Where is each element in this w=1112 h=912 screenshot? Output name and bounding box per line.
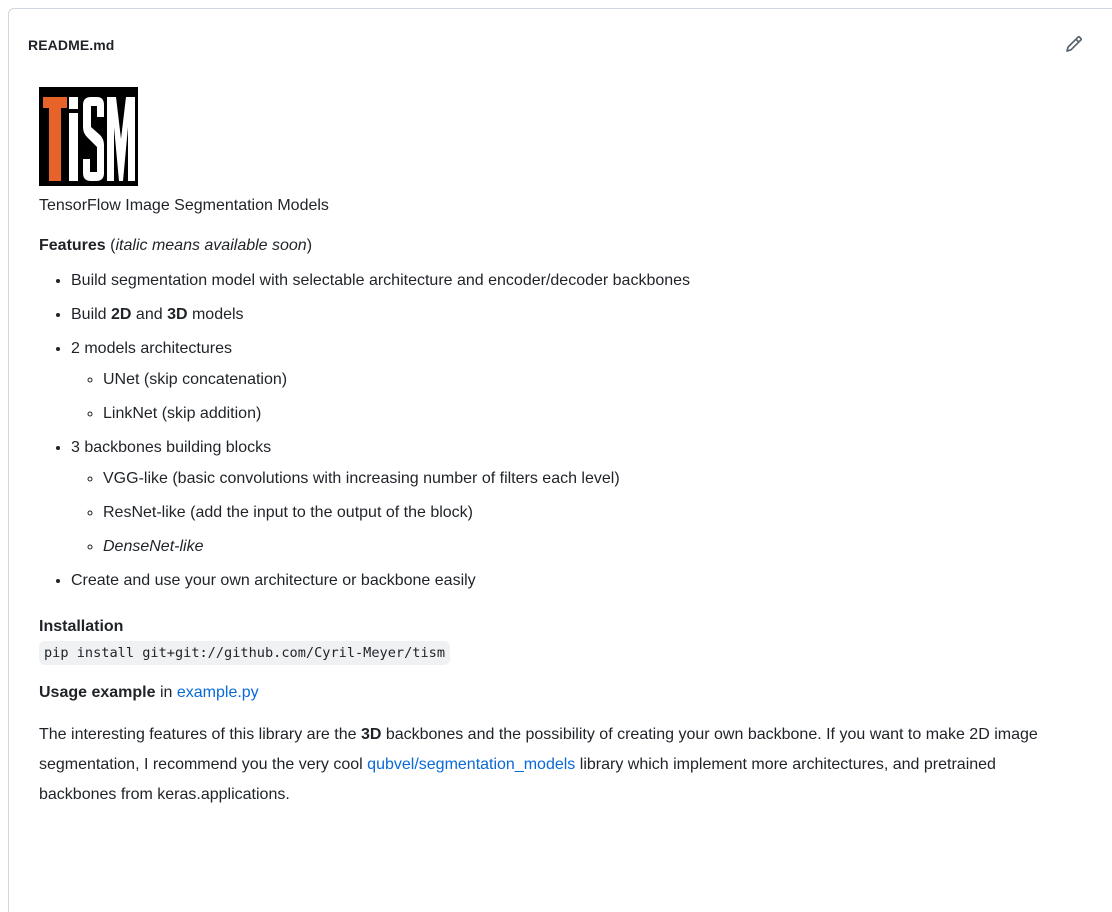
feature-bold: 3D <box>167 306 188 323</box>
feature-text: Create and use your own architecture or … <box>71 572 476 589</box>
project-subtitle: TensorFlow Image Segmentation Models <box>39 197 329 214</box>
architectures-sublist: UNet (skip concatenation) LinkNet (skip … <box>71 368 1099 426</box>
list-item: Build segmentation model with selectable… <box>71 269 1099 293</box>
readme-header: README.md <box>9 9 1112 79</box>
features-note-italic: italic means available soon <box>115 237 307 254</box>
sublist-item: DenseNet-like <box>103 535 1099 559</box>
features-list: Build segmentation model with selectable… <box>39 269 1099 593</box>
edit-readme-button[interactable] <box>1061 31 1087 57</box>
segmentation-models-link[interactable]: qubvel/segmentation_models <box>367 756 575 773</box>
pencil-icon <box>1066 36 1082 52</box>
sublist-item: UNet (skip concatenation) <box>103 368 1099 392</box>
description-paragraph: The interesting features of this library… <box>39 720 1069 810</box>
readme-body: TensorFlow Image Segmentation Models Fea… <box>39 87 1099 810</box>
list-item: 2 models architectures UNet (skip concat… <box>71 337 1099 426</box>
sublist-item: ResNet-like (add the input to the output… <box>103 501 1099 525</box>
example-py-link[interactable]: example.py <box>177 684 259 701</box>
list-item: 3 backbones building blocks VGG-like (ba… <box>71 436 1099 559</box>
usage-line: Usage example in example.py <box>39 681 1099 705</box>
sublist-item-italic: DenseNet-like <box>103 538 204 555</box>
sublist-item: VGG-like (basic convolutions with increa… <box>103 467 1099 491</box>
list-item: Create and use your own architecture or … <box>71 569 1099 593</box>
readme-filename: README.md <box>28 37 115 53</box>
features-note-close: ) <box>306 237 313 254</box>
feature-text: models <box>187 306 244 323</box>
installation-heading: Installation <box>39 618 124 635</box>
feature-text: 2 models architectures <box>71 340 232 357</box>
usage-in: in <box>155 684 177 701</box>
usage-label: Usage example <box>39 684 156 701</box>
features-heading: Features (italic means available soon) <box>39 234 1099 258</box>
para-bold: 3D <box>360 726 382 743</box>
para-text: The interesting features of this library… <box>39 726 361 743</box>
features-label: Features <box>39 237 106 254</box>
feature-text: and <box>131 306 168 323</box>
feature-text: Build <box>71 306 112 323</box>
install-command: pip install git+git://github.com/Cyril-M… <box>39 641 451 665</box>
tism-logo <box>39 87 138 186</box>
sublist-item: LinkNet (skip addition) <box>103 402 1099 426</box>
feature-text: 3 backbones building blocks <box>71 439 272 456</box>
backbones-sublist: VGG-like (basic convolutions with increa… <box>71 467 1099 559</box>
list-item: Build 2D and 3D models <box>71 303 1099 327</box>
feature-bold: 2D <box>111 306 132 323</box>
feature-text: Build segmentation model with selectable… <box>71 272 691 289</box>
